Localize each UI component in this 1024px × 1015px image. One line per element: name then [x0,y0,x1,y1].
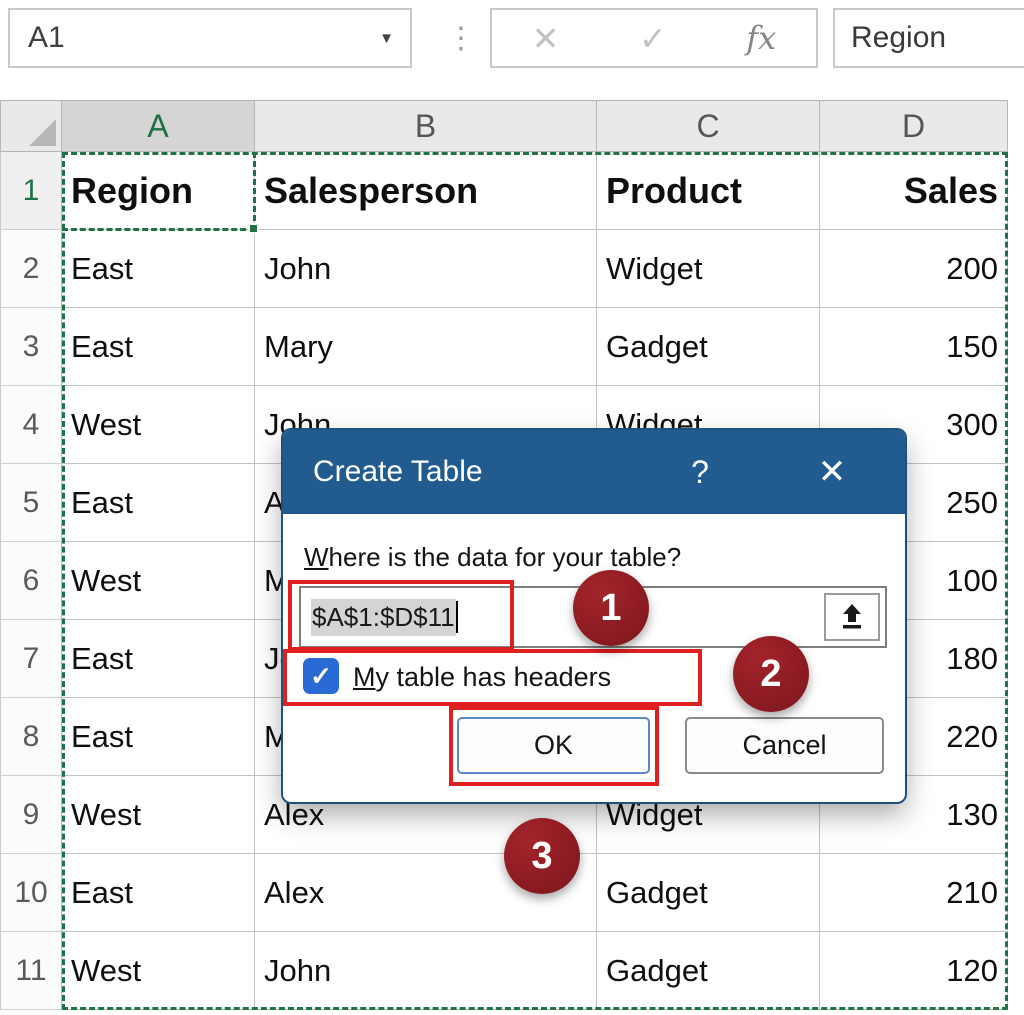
help-button[interactable]: ? [668,430,732,514]
step-badge-2: 2 [733,636,809,712]
cell-D10[interactable]: 210 [820,854,1008,932]
column-header-A[interactable]: A [62,100,255,152]
cancel-entry-icon[interactable]: ✕ [532,19,560,58]
cell-C2[interactable]: Widget [597,230,820,308]
close-icon[interactable]: ✕ [798,430,866,514]
column-header-B[interactable]: B [255,100,597,152]
formula-bar: A1 ▼ ⋮ ✕ ✓ fx Region [0,0,1024,78]
cell-A9[interactable]: West [62,776,255,854]
step-badge-3: 3 [504,818,580,894]
cell-C11[interactable]: Gadget [597,932,820,1010]
step-badge-1: 1 [573,570,649,646]
insert-function-icon[interactable]: fx [746,19,776,57]
cell-A8[interactable]: East [62,698,255,776]
column-header-D[interactable]: D [820,100,1008,152]
select-all-button[interactable] [0,100,62,152]
row-header-1[interactable]: 1 [0,152,62,230]
cell-A10[interactable]: East [62,854,255,932]
checkmark-icon: ✓ [310,661,332,692]
collapse-arrow-icon [839,602,865,632]
headers-checkbox-label[interactable]: My table has headers [353,662,611,693]
formula-input[interactable]: Region [833,8,1024,68]
cell-B2[interactable]: John [255,230,597,308]
ok-button[interactable]: OK [457,717,650,774]
cell-A7[interactable]: East [62,620,255,698]
row-header-10[interactable]: 10 [0,854,62,932]
cell-C3[interactable]: Gadget [597,308,820,386]
cell-B11[interactable]: John [255,932,597,1010]
formula-value: Region [851,21,946,55]
name-box-value: A1 [28,21,379,55]
row-header-5[interactable]: 5 [0,464,62,542]
name-box[interactable]: A1 ▼ [8,8,412,68]
cell-A4[interactable]: West [62,386,255,464]
text-cursor [456,601,458,633]
cell-A3[interactable]: East [62,308,255,386]
cell-C10[interactable]: Gadget [597,854,820,932]
cell-D1[interactable]: Sales [820,152,1008,230]
create-table-dialog: Create Table ? ✕ Where is the data for y… [283,430,905,802]
column-header-C[interactable]: C [597,100,820,152]
headers-checkbox[interactable]: ✓ [303,658,339,694]
cancel-button[interactable]: Cancel [685,717,884,774]
cell-A2[interactable]: East [62,230,255,308]
range-prompt-label: Where is the data for your table? [304,542,681,573]
row-header-6[interactable]: 6 [0,542,62,620]
cell-D11[interactable]: 120 [820,932,1008,1010]
row-header-4[interactable]: 4 [0,386,62,464]
confirm-entry-icon[interactable]: ✓ [639,19,667,58]
cell-C1[interactable]: Product [597,152,820,230]
row-header-7[interactable]: 7 [0,620,62,698]
cell-D3[interactable]: 150 [820,308,1008,386]
row-header-3[interactable]: 3 [0,308,62,386]
fill-handle[interactable] [248,223,259,234]
select-all-triangle-icon [29,119,56,146]
cell-B1[interactable]: Salesperson [255,152,597,230]
cell-D2[interactable]: 200 [820,230,1008,308]
cell-A6[interactable]: West [62,542,255,620]
cell-A5[interactable]: East [62,464,255,542]
formula-bar-resize-handle[interactable]: ⋮ [446,8,476,68]
name-box-dropdown-icon[interactable]: ▼ [379,30,394,47]
cell-A1[interactable]: Region [62,152,255,230]
formula-controls: ✕ ✓ fx [490,8,818,68]
cell-A11[interactable]: West [62,932,255,1010]
row-header-11[interactable]: 11 [0,932,62,1010]
cell-B3[interactable]: Mary [255,308,597,386]
row-header-8[interactable]: 8 [0,698,62,776]
row-header-2[interactable]: 2 [0,230,62,308]
dialog-title: Create Table [313,455,483,489]
collapse-dialog-button[interactable] [824,593,880,641]
range-value: $A$1:$D$11 [311,599,456,636]
row-header-9[interactable]: 9 [0,776,62,854]
